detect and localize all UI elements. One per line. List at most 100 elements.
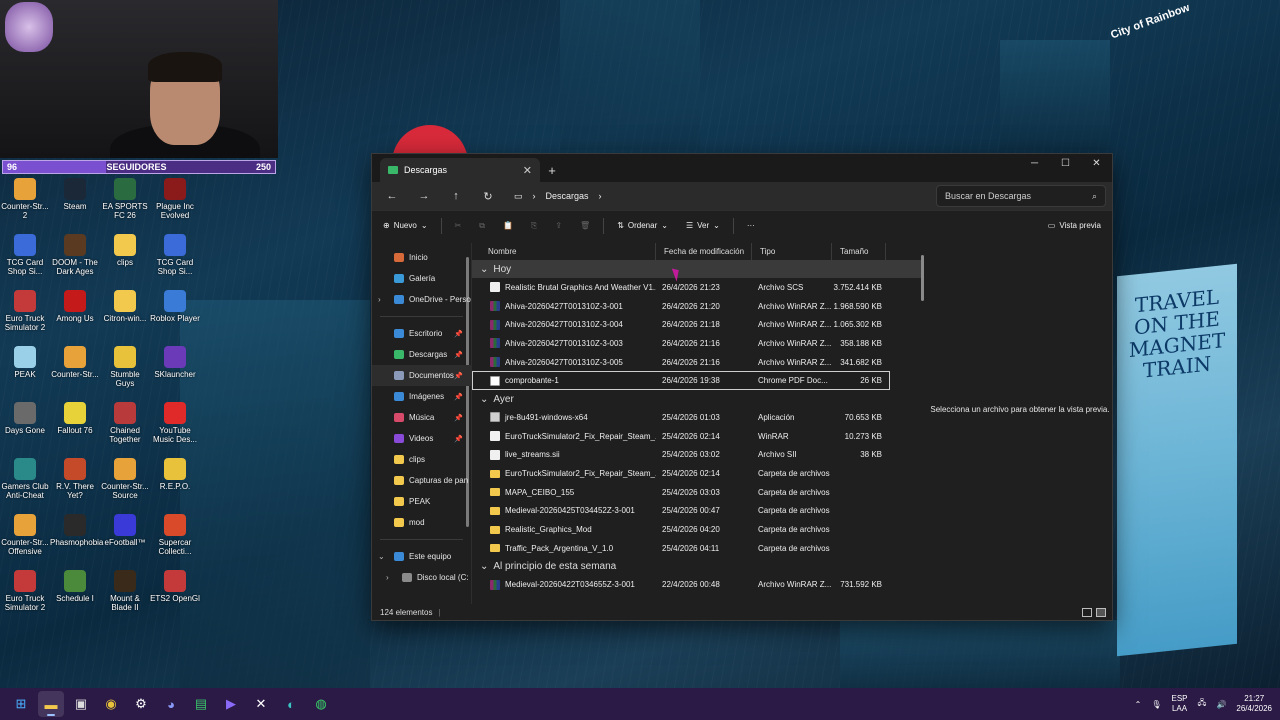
desktop-icon[interactable]: TCG Card Shop Si... bbox=[150, 232, 200, 287]
expand-icon[interactable]: › bbox=[378, 295, 381, 304]
file-row[interactable]: comprobante-1 26/4/2026 19:38 Chrome PDF D… bbox=[472, 371, 890, 391]
start-button[interactable]: ⊞ bbox=[8, 691, 34, 717]
xbox-taskbar[interactable]: ▤ bbox=[188, 691, 214, 717]
file-row[interactable]: Ahiva-20260427T001310Z-3-003 26/4/2026 21… bbox=[472, 334, 922, 353]
pin-icon[interactable]: 📌 bbox=[454, 393, 463, 401]
pin-icon[interactable]: 📌 bbox=[454, 372, 463, 380]
nav-item[interactable]: Inicio bbox=[372, 247, 471, 268]
microphone-icon[interactable]: 🎙 bbox=[1151, 700, 1161, 709]
file-explorer-taskbar[interactable]: ▬ bbox=[38, 691, 64, 717]
clock[interactable]: 21:27 26/4/2026 bbox=[1236, 694, 1272, 714]
minimize-button[interactable]: ─ bbox=[1019, 154, 1050, 172]
prime-taskbar[interactable]: ▶ bbox=[218, 691, 244, 717]
up-button[interactable]: ↑ bbox=[442, 185, 470, 207]
nav-item[interactable]: Documentos 📌 bbox=[372, 365, 471, 386]
column-size[interactable]: Tamaño bbox=[832, 243, 886, 260]
breadcrumb-item[interactable]: Descargas bbox=[546, 191, 589, 201]
file-row[interactable]: EuroTruckSimulator2_Fix_Repair_Steam_...… bbox=[472, 427, 922, 446]
file-row[interactable]: EuroTruckSimulator2_Fix_Repair_Steam_...… bbox=[472, 464, 922, 483]
desktop-icon[interactable]: ETS2 OpenGl bbox=[150, 568, 200, 623]
desktop-icon[interactable]: Counter-Str... bbox=[50, 344, 100, 399]
nav-item[interactable]: PEAK bbox=[372, 491, 471, 512]
view-button[interactable]: ☰ Ver ⌄ bbox=[681, 215, 725, 237]
close-window-button[interactable]: ✕ bbox=[1081, 154, 1112, 172]
desktop-icon[interactable]: YouTube Music Des... bbox=[150, 400, 200, 455]
expand-icon[interactable]: › bbox=[386, 573, 389, 582]
pin-icon[interactable]: 📌 bbox=[454, 435, 463, 443]
chevron-up-icon[interactable]: ⌃ bbox=[1135, 700, 1142, 709]
maximize-button[interactable]: ☐ bbox=[1050, 154, 1081, 172]
close-tab-icon[interactable]: ✕ bbox=[523, 164, 532, 177]
group-header[interactable]: ⌄ Al principio de esta semana bbox=[472, 558, 922, 576]
desktop-icon[interactable]: R.E.P.O. bbox=[150, 456, 200, 511]
nav-item[interactable]: mod bbox=[372, 512, 471, 533]
desktop-icon[interactable]: Chained Together bbox=[100, 400, 150, 455]
forward-button[interactable]: → bbox=[410, 185, 438, 207]
nav-item[interactable]: Videos 📌 bbox=[372, 428, 471, 449]
nav-item[interactable]: Descargas 📌 bbox=[372, 344, 471, 365]
pin-icon[interactable]: 📌 bbox=[454, 351, 463, 359]
pin-icon[interactable]: 📌 bbox=[454, 414, 463, 422]
language-indicator[interactable]: ESP LAA bbox=[1172, 694, 1188, 714]
desktop-icon[interactable]: Steam bbox=[50, 176, 100, 231]
desktop-icon[interactable]: Counter-Str... Offensive bbox=[0, 512, 50, 567]
desktop-icon[interactable]: eFootball™ bbox=[100, 512, 150, 567]
details-view-button[interactable] bbox=[1082, 607, 1092, 617]
desktop-icon[interactable]: Citron-win... bbox=[100, 288, 150, 343]
desktop-icon[interactable]: Days Gone bbox=[0, 400, 50, 455]
desktop-icon[interactable]: Schedule I bbox=[50, 568, 100, 623]
share-button[interactable]: ⇪ bbox=[550, 215, 567, 237]
rename-button[interactable]: ⎘ bbox=[526, 215, 542, 237]
file-row[interactable]: Ahiva-20260427T001310Z-3-005 26/4/2026 21… bbox=[472, 353, 922, 372]
nav-item[interactable]: Escritorio 📌 bbox=[372, 323, 471, 344]
search-input[interactable]: Buscar en Descargas ⌕ bbox=[936, 185, 1106, 207]
nav-item[interactable]: › Disco local (C: bbox=[372, 567, 471, 588]
breadcrumb[interactable]: ▭ › Descargas › bbox=[506, 185, 906, 207]
cut-button[interactable]: ✂ bbox=[450, 215, 467, 237]
desktop-icon[interactable]: Euro Truck Simulator 2 bbox=[0, 288, 50, 343]
sort-button[interactable]: ⇅ Ordenar ⌄ bbox=[612, 215, 673, 237]
column-name[interactable]: Nombre bbox=[480, 243, 656, 260]
paste-button[interactable]: 📋 bbox=[498, 215, 518, 237]
desktop-icon[interactable]: Stumble Guys bbox=[100, 344, 150, 399]
whatsapp-taskbar[interactable]: ◍ bbox=[308, 691, 334, 717]
file-scrollbar[interactable] bbox=[921, 255, 924, 301]
steam-taskbar[interactable]: ⚙ bbox=[128, 691, 154, 717]
desktop-icon[interactable]: Counter-Str... 2 bbox=[0, 176, 50, 231]
file-row[interactable]: Realistic Brutal Graphics And Weather V1… bbox=[472, 278, 922, 297]
edge-taskbar[interactable]: ◐ bbox=[278, 691, 304, 717]
back-button[interactable]: ← bbox=[378, 185, 406, 207]
file-row[interactable]: Medieval-20260422T034655Z-3-001 22/4/2026… bbox=[472, 576, 922, 595]
file-row[interactable]: Realistic_Graphics_Mod 25/4/2026 04:20 Car… bbox=[472, 520, 922, 539]
desktop-icon[interactable]: DOOM - The Dark Ages bbox=[50, 232, 100, 287]
new-tab-button[interactable]: + bbox=[540, 158, 564, 182]
file-row[interactable]: Ahiva-20260427T001310Z-3-001 26/4/2026 21… bbox=[472, 297, 922, 316]
nav-item[interactable]: ⌄ Este equipo bbox=[372, 546, 471, 567]
nav-item[interactable]: Imágenes 📌 bbox=[372, 386, 471, 407]
new-button[interactable]: ⊕ Nuevo ⌄ bbox=[378, 215, 433, 237]
copy-button[interactable]: ⧉ bbox=[474, 215, 490, 237]
desktop-icon[interactable]: Mount & Blade II bbox=[100, 568, 150, 623]
file-row[interactable]: jre-8u491-windows-x64 25/4/2026 01:03 Apli… bbox=[472, 408, 922, 427]
discord-taskbar[interactable]: ◕ bbox=[158, 691, 184, 717]
desktop-icon[interactable]: Fallout 76 bbox=[50, 400, 100, 455]
desktop-icon[interactable]: Among Us bbox=[50, 288, 100, 343]
desktop-icon[interactable]: TCG Card Shop Si... bbox=[0, 232, 50, 287]
more-options-button[interactable]: ··· bbox=[742, 215, 760, 237]
desktop-icon[interactable]: PEAK bbox=[0, 344, 50, 399]
file-row[interactable]: live_streams.sii 25/4/2026 03:02 Archivo S… bbox=[472, 446, 922, 465]
nav-item[interactable]: Música 📌 bbox=[372, 407, 471, 428]
chrome-taskbar[interactable]: ◉ bbox=[98, 691, 124, 717]
group-header[interactable]: ⌄ Ayer bbox=[472, 390, 922, 408]
capcut-taskbar[interactable]: ✕ bbox=[248, 691, 274, 717]
column-date[interactable]: Fecha de modificación bbox=[656, 243, 752, 260]
desktop-icon[interactable]: Gamers Club Anti-Cheat bbox=[0, 456, 50, 511]
file-row[interactable]: Ahiva-20260427T001310Z-3-004 26/4/2026 21… bbox=[472, 315, 922, 334]
tiles-view-button[interactable] bbox=[1096, 607, 1106, 617]
nav-item[interactable]: clips bbox=[372, 449, 471, 470]
file-row[interactable]: MAPA_CEIBO_155 25/4/2026 03:03 Carpeta de … bbox=[472, 483, 922, 502]
refresh-button[interactable]: ↻ bbox=[474, 185, 502, 207]
preview-pane-button[interactable]: ▭ Vista previa bbox=[1043, 215, 1106, 237]
delete-button[interactable]: 🗑 bbox=[575, 215, 595, 237]
desktop-icon[interactable]: Plague Inc Evolved bbox=[150, 176, 200, 231]
